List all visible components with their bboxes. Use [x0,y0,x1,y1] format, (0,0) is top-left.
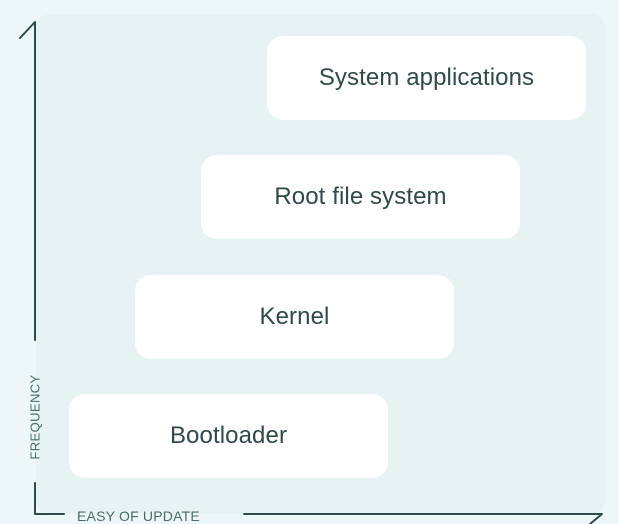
x-axis-line [243,513,603,524]
layer-bootloader: Bootloader [69,394,388,478]
layer-system-applications: System applications [267,36,586,120]
y-axis-line-upper [19,21,36,341]
layer-label: System applications [318,64,535,91]
x-axis-label: EASY OF UPDATE [77,508,200,524]
layer-label: Root file system [274,183,447,210]
diagram: System applications Root file system Ker… [0,0,619,524]
layer-kernel: Kernel [135,275,454,359]
layer-root-file-system: Root file system [201,155,520,239]
layer-label: Kernel [259,303,330,330]
y-axis-label: FREQUENCY [27,374,43,460]
layer-label: Bootloader [169,422,288,449]
y-axis-line-lower [34,482,65,515]
